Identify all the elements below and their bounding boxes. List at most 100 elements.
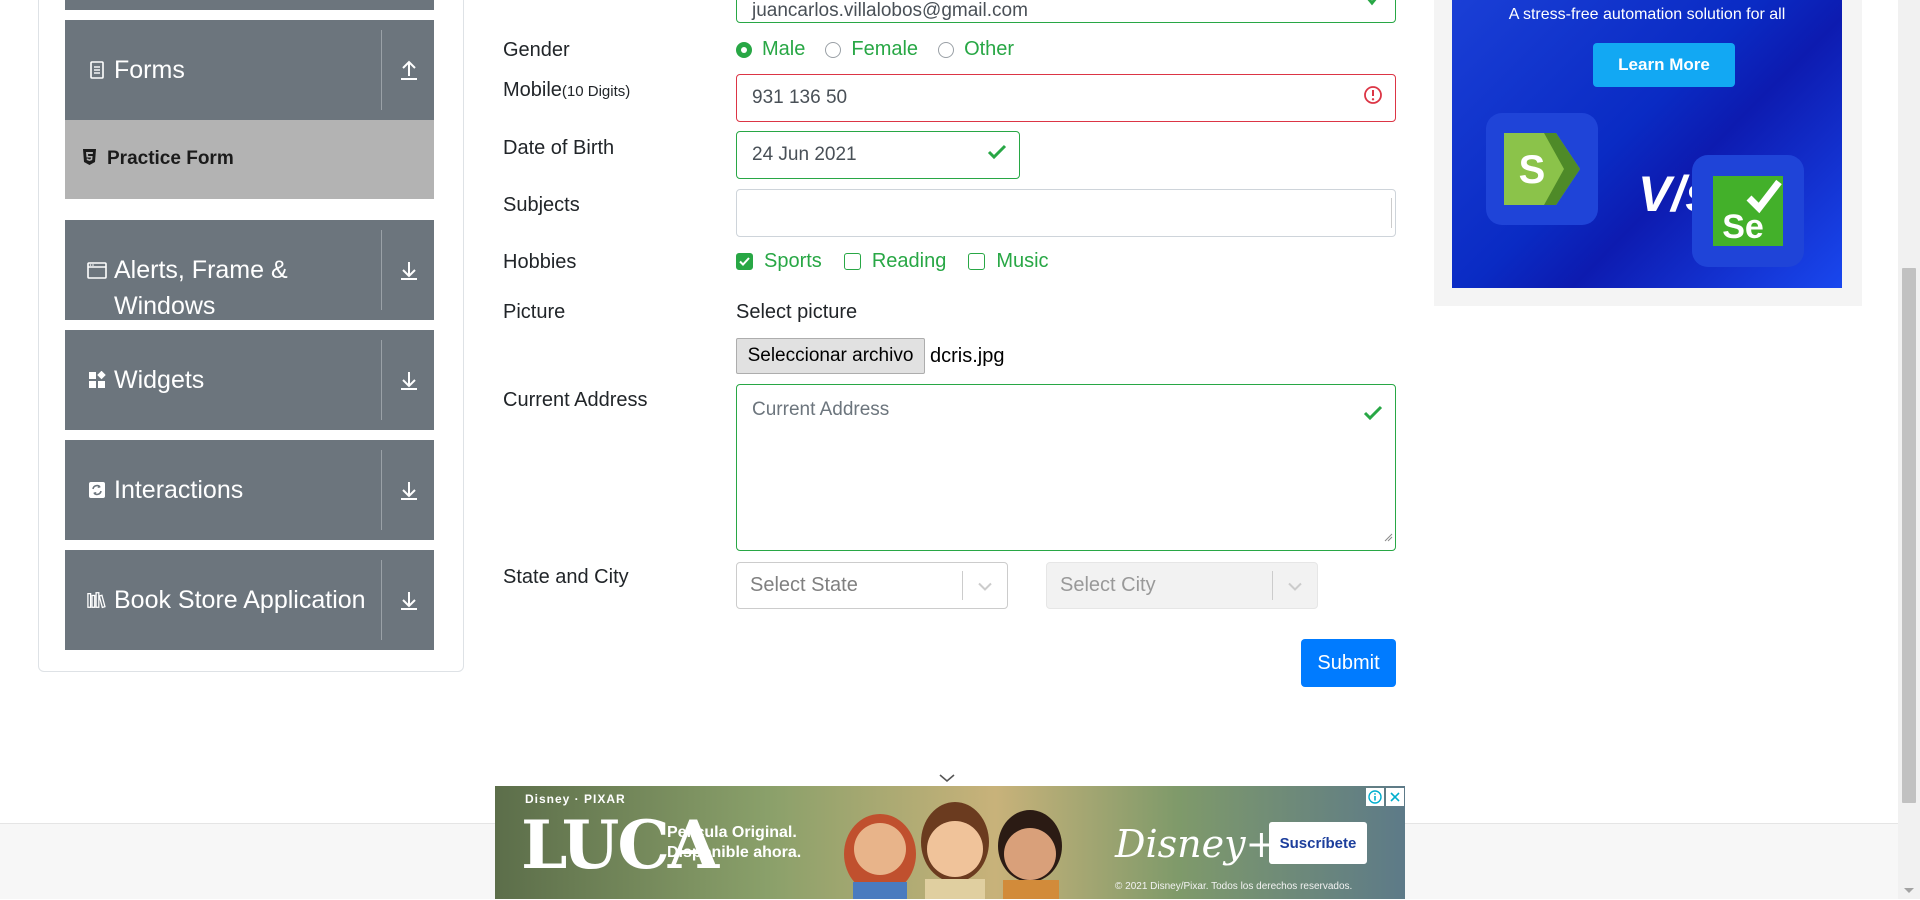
picture-caption: Select picture	[736, 301, 858, 323]
arrow-down-icon[interactable]	[391, 472, 427, 508]
divider	[962, 571, 963, 600]
checkbox[interactable]	[843, 253, 861, 270]
ad-info-icon[interactable]	[1366, 788, 1384, 806]
scroll-down-arrow-icon[interactable]	[1903, 882, 1915, 900]
state-placeholder: Select State	[750, 574, 858, 596]
scrollbar-thumb[interactable]	[1902, 268, 1916, 803]
choose-file-button[interactable]: Seleccionar archivo	[736, 338, 925, 374]
submit-button[interactable]: Submit	[1301, 639, 1396, 687]
ad-badges	[1366, 788, 1404, 806]
learn-more-button[interactable]: Learn More	[1593, 43, 1735, 87]
ad-banner-right[interactable]: A stress-free automation solution for al…	[1434, 0, 1862, 306]
hobby-option-label: Sports	[764, 250, 822, 272]
mobile-field[interactable]: 931 136 50	[736, 74, 1396, 122]
current-address-textarea[interactable]: Current Address	[736, 384, 1396, 551]
sidebar-group-forms[interactable]: Forms	[65, 20, 434, 120]
ad-legal: © 2021 Disney/Pixar. Todos los derechos …	[1115, 881, 1353, 892]
hobby-option-label: Reading	[871, 250, 947, 272]
sidebar-group-book-store[interactable]: Book Store Application	[65, 550, 434, 650]
mobile-label-text: Mobile	[503, 79, 562, 101]
gender-radio-group: Male Female Other	[736, 38, 1034, 61]
sidebar-group-widgets[interactable]: Widgets	[65, 330, 434, 430]
subjects-label: Subjects	[503, 194, 580, 216]
logo-left-text: S	[1519, 148, 1546, 192]
radio-button[interactable]	[938, 41, 955, 58]
divider	[1391, 198, 1392, 228]
check-icon	[987, 144, 1007, 166]
checkbox[interactable]	[736, 253, 753, 270]
divider	[1272, 571, 1273, 600]
ad-banner-bottom[interactable]: Disney · PIXAR LUCA Película Original. D…	[495, 786, 1405, 899]
checkbox[interactable]	[968, 253, 986, 270]
chevron-down-icon	[1287, 574, 1303, 597]
arrow-down-icon[interactable]	[391, 582, 427, 618]
gender-option-label: Other	[964, 38, 1015, 60]
state-city-label: State and City	[503, 566, 629, 588]
gender-option-label: Male	[762, 38, 806, 60]
divider	[381, 450, 382, 530]
arrow-down-icon[interactable]	[391, 362, 427, 398]
gender-option-label: Female	[851, 38, 919, 60]
gender-option-male[interactable]: Male	[736, 38, 805, 61]
error-icon	[1363, 85, 1383, 111]
check-icon	[1363, 405, 1383, 427]
widgets-icon	[87, 370, 107, 390]
subscribe-button[interactable]: Suscríbete	[1269, 822, 1367, 864]
selenium-logo-icon: Se	[1692, 155, 1804, 267]
ad-line-2: Disponible ahora.	[667, 844, 802, 861]
dob-label: Date of Birth	[503, 137, 615, 159]
mobile-hint: (10 Digits)	[561, 83, 631, 100]
state-select[interactable]: Select State	[736, 562, 1008, 609]
selected-file-name: dcris.jpg	[930, 345, 1005, 367]
hobbies-checkbox-group: Sports Reading Music	[736, 250, 1071, 273]
current-address-placeholder: Current Address	[752, 399, 890, 420]
interactions-icon	[87, 480, 107, 500]
html5-icon	[83, 149, 96, 170]
books-icon	[87, 590, 107, 610]
arrow-down-icon[interactable]	[391, 252, 427, 288]
ad-line-1: Película Original.	[667, 824, 797, 841]
radio-button[interactable]	[736, 41, 752, 58]
katalon-logo-icon: S	[1486, 113, 1598, 225]
arrow-up-icon[interactable]	[391, 52, 427, 88]
sidebar-group-alerts[interactable]: Alerts, Frame & Windows	[65, 220, 434, 320]
divider	[381, 340, 382, 420]
sidebar-item-label: Practice Form	[107, 148, 234, 169]
ad-service-logo: Disney+	[1115, 822, 1278, 866]
radio-button[interactable]	[825, 41, 842, 58]
city-select[interactable]: Select City	[1046, 562, 1318, 609]
divider	[381, 230, 382, 310]
email-field[interactable]: juancarlos.villalobos@gmail.com	[736, 0, 1396, 23]
dob-field[interactable]: 24 Jun 2021	[736, 131, 1020, 179]
dob-value: 24 Jun 2021	[752, 144, 857, 165]
email-value: juancarlos.villalobos@gmail.com	[752, 0, 1028, 21]
ad-brand: Disney · PIXAR	[525, 792, 626, 806]
hobby-option-sports[interactable]: Sports	[736, 250, 822, 273]
resize-handle-icon[interactable]	[1383, 526, 1393, 548]
sidebar-group-label: Forms	[114, 56, 185, 84]
sidebar-group-previous[interactable]	[65, 0, 434, 10]
subjects-input[interactable]	[736, 189, 1396, 237]
gender-label: Gender	[503, 39, 570, 61]
sidebar-group-interactions[interactable]: Interactions	[65, 440, 434, 540]
sidebar-item-practice-form[interactable]: Practice Form	[65, 120, 434, 199]
gender-option-female[interactable]: Female	[825, 38, 918, 61]
check-icon	[1365, 0, 1383, 12]
logo-right-text: Se	[1722, 208, 1764, 246]
ad-creative: A stress-free automation solution for al…	[1452, 0, 1842, 288]
hobby-option-label: Music	[996, 250, 1049, 272]
ad-tagline: A stress-free automation solution for al…	[1508, 6, 1786, 23]
ad-characters-image	[825, 794, 1085, 899]
city-placeholder: Select City	[1060, 574, 1156, 596]
gender-option-other[interactable]: Other	[938, 38, 1014, 61]
divider	[381, 30, 382, 110]
form-document-icon	[87, 60, 107, 80]
ad-close-icon[interactable]	[1386, 788, 1404, 806]
hobby-option-reading[interactable]: Reading	[843, 250, 947, 273]
hobby-option-music[interactable]: Music	[968, 250, 1049, 273]
chevron-down-icon	[977, 574, 993, 597]
mobile-label: Mobile(10 Digits)	[503, 79, 630, 102]
picture-label: Picture	[503, 301, 566, 323]
sidebar-group-label: Widgets	[114, 366, 205, 394]
window-icon	[87, 260, 107, 280]
